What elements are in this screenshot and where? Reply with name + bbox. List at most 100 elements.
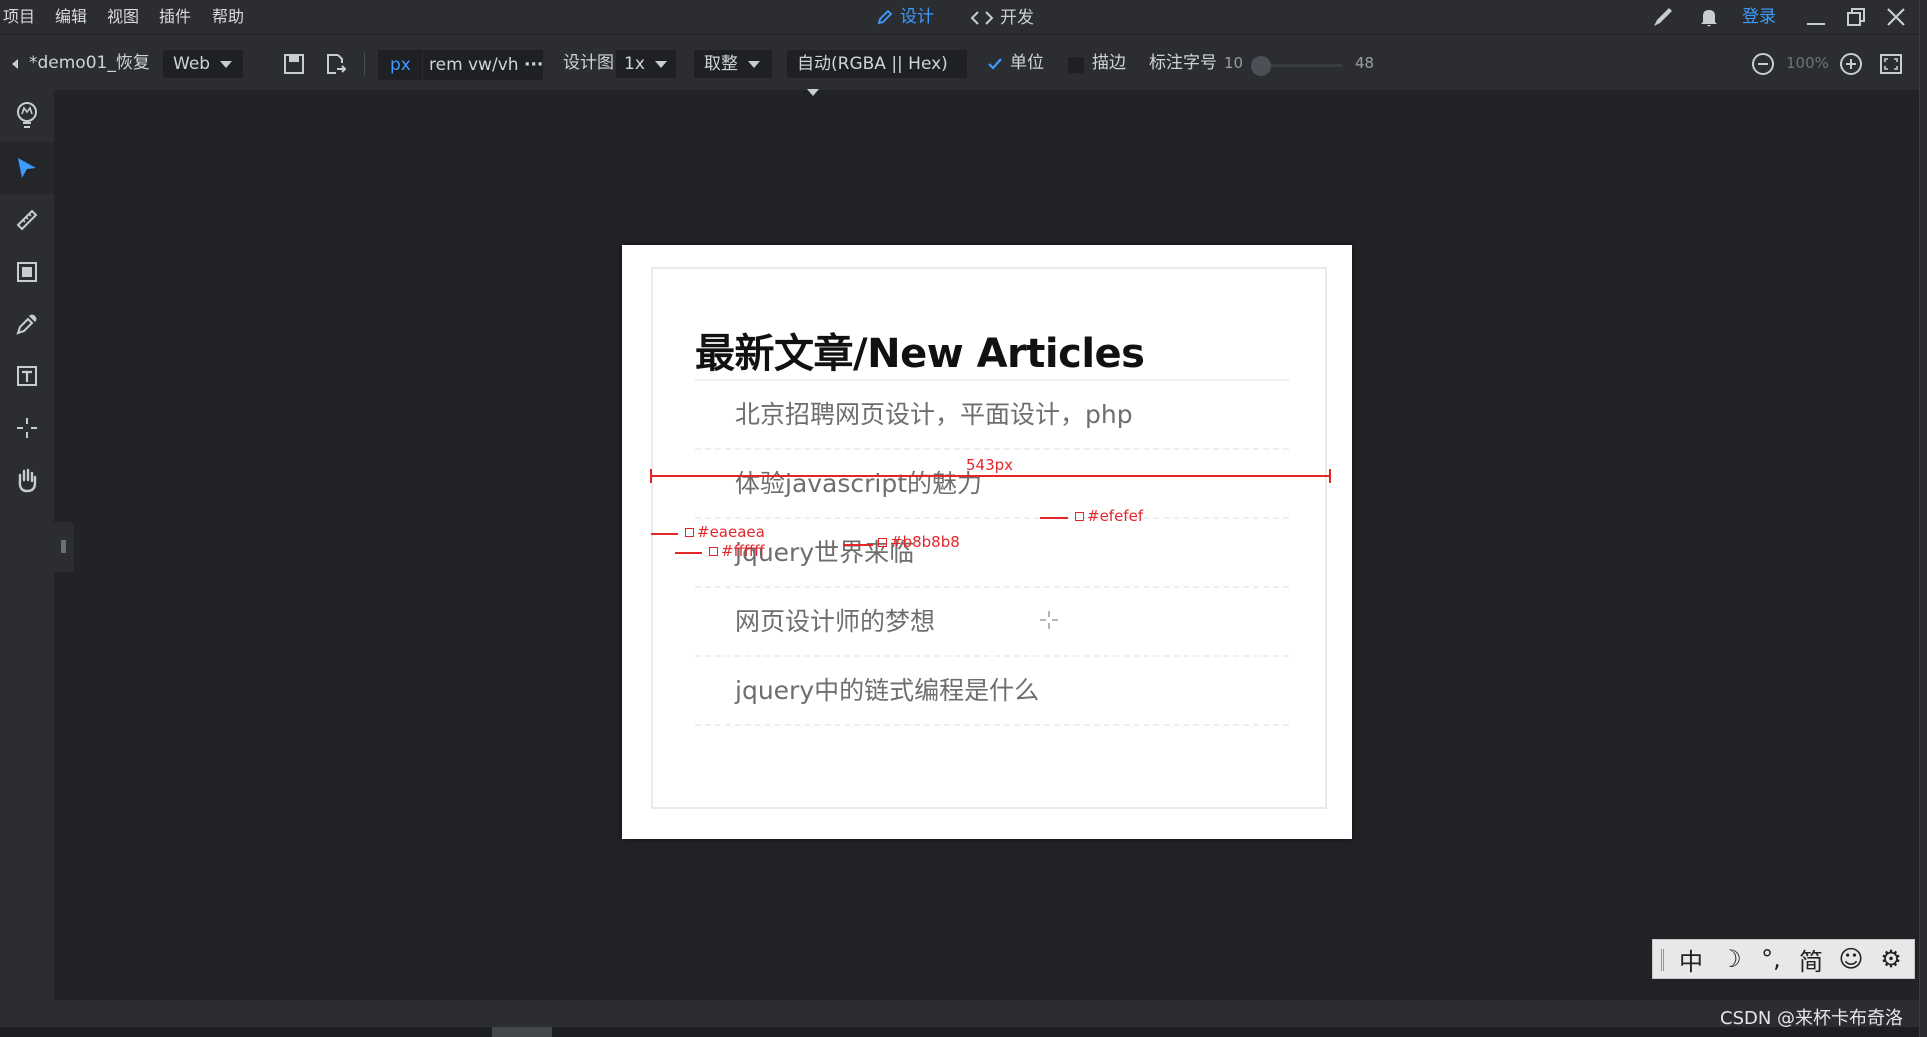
fit-screen-icon[interactable]: [1877, 50, 1905, 78]
sidebar-tool-text[interactable]: [0, 350, 54, 402]
color-annotation-text: #b8b8b8: [890, 533, 960, 551]
sidebar-tool-hand[interactable]: [0, 454, 54, 506]
chevron-down-icon: [654, 60, 667, 68]
unit-group: px rem vw/vh ···: [378, 50, 543, 80]
tab-dev[interactable]: 开发: [970, 0, 1034, 36]
list-item[interactable]: 网页设计师的梦想: [695, 588, 1289, 657]
menu-project[interactable]: 项目: [3, 0, 35, 34]
checkmark-icon[interactable]: [987, 56, 1003, 72]
color-format-select[interactable]: 自动(RGBA || Hex): [787, 50, 967, 96]
color-annotation-eaeaea: #eaeaea: [685, 523, 765, 541]
article-title: 最新文章/New Articles: [695, 331, 1145, 377]
width-measure-cap-right: [1329, 469, 1331, 483]
unit-divider: [422, 50, 423, 80]
design-label: 设计图: [563, 53, 614, 73]
ime-drag-handle[interactable]: [1661, 949, 1664, 971]
ime-toolbar: 中 ☽ °, 简 ☺ ⚙: [1652, 939, 1915, 979]
menu-view[interactable]: 视图: [107, 0, 139, 34]
sidebar-collapse-handle[interactable]: [54, 522, 74, 572]
tab-design[interactable]: 设计: [876, 0, 934, 36]
ime-simplified-toggle[interactable]: 简: [1791, 942, 1831, 977]
list-item-text: jquery中的链式编程是什么: [735, 676, 1040, 705]
bell-icon[interactable]: [1696, 4, 1722, 30]
chevron-down-icon: [748, 60, 760, 68]
color-format-value: 自动(RGBA || Hex): [797, 54, 948, 74]
font-size-label: 标注字号: [1149, 53, 1217, 73]
tab-dev-label: 开发: [1000, 8, 1034, 28]
color-pointer-line: [843, 544, 873, 546]
settings-gear-icon[interactable]: ⚙: [1871, 945, 1911, 973]
list-item[interactable]: jquery中的链式编程是什么: [695, 657, 1289, 726]
punctuation-toggle[interactable]: °,: [1751, 945, 1791, 973]
color-pointer-line: [1040, 517, 1068, 519]
right-edge-panel: [1919, 0, 1927, 1037]
toolbar-divider: [364, 52, 365, 76]
close-icon[interactable]: [1883, 4, 1909, 30]
menu-help[interactable]: 帮助: [212, 0, 244, 34]
watermark: CSDN @来杯卡布奇洛: [1720, 1008, 1904, 1029]
unit-more[interactable]: ···: [524, 50, 543, 80]
unit-px[interactable]: px: [390, 50, 411, 80]
eyedropper-icon: [16, 314, 37, 335]
file-name: *demo01_恢复: [29, 53, 150, 73]
stroke-checkbox[interactable]: [1068, 57, 1084, 73]
menu-plugins[interactable]: 插件: [159, 0, 191, 34]
slice-icon: [17, 262, 37, 282]
font-size-max: 48: [1355, 54, 1375, 72]
crosshair-cursor-icon: [1040, 611, 1058, 629]
platform-select[interactable]: Web: [163, 50, 243, 78]
text-icon: [17, 366, 37, 386]
stroke-checkbox-label[interactable]: 描边: [1092, 35, 1126, 91]
color-annotation-text: #ffffff: [721, 542, 765, 560]
ime-language-toggle[interactable]: 中: [1671, 942, 1711, 977]
zoom-out-icon[interactable]: [1749, 50, 1777, 78]
list-item[interactable]: 北京招聘网页设计，平面设计，php: [695, 381, 1289, 450]
width-measure-label: 543px: [966, 456, 1014, 474]
design-scale-select[interactable]: 1x: [616, 50, 676, 78]
horizontal-scrollbar[interactable]: [0, 1027, 1927, 1037]
chevron-down-icon: [807, 88, 819, 96]
emoji-icon[interactable]: ☺: [1831, 945, 1871, 973]
sidebar-tool-idea[interactable]: [0, 90, 54, 142]
unit-rem[interactable]: rem: [429, 50, 463, 80]
minimize-icon[interactable]: [1803, 4, 1829, 30]
design-scale-value: 1x: [624, 54, 645, 74]
tool-sidebar: [0, 90, 54, 1000]
sidebar-tool-color-picker[interactable]: [0, 298, 54, 350]
hand-icon: [18, 468, 37, 493]
lightbulb-icon: [17, 102, 37, 128]
unit-checkbox-label[interactable]: 单位: [1010, 35, 1044, 91]
pencil-icon: [877, 9, 893, 25]
color-annotation-text: #eaeaea: [697, 523, 765, 541]
menu-edit[interactable]: 编辑: [55, 0, 87, 34]
color-annotation-ffffff: #ffffff: [709, 542, 765, 560]
toolbar: *demo01_恢复 Web px rem vw/vh ··· 设计图 1x 取…: [0, 34, 1927, 96]
font-size-min: 10: [1224, 54, 1244, 72]
sidebar-tool-select[interactable]: [0, 142, 54, 194]
unit-vw[interactable]: vw/vh: [468, 50, 519, 80]
color-pointer-line: [675, 552, 702, 554]
sidebar-tool-ruler[interactable]: [0, 194, 54, 246]
pointer-icon: [18, 158, 36, 178]
font-size-slider-handle[interactable]: [1251, 56, 1271, 76]
sidebar-tool-guide[interactable]: [0, 402, 54, 454]
color-pointer-line: [651, 533, 678, 535]
sidebar-tool-slice[interactable]: [0, 246, 54, 298]
rounding-value: 取整: [704, 54, 738, 74]
rounding-select[interactable]: 取整: [694, 50, 772, 78]
restore-icon[interactable]: [1843, 4, 1869, 30]
brush-icon[interactable]: [1650, 4, 1676, 30]
zoom-in-icon[interactable]: [1837, 50, 1865, 78]
code-icon: [970, 11, 994, 25]
save-icon[interactable]: [280, 50, 308, 78]
export-icon[interactable]: [322, 50, 350, 78]
font-size-slider[interactable]: [1262, 64, 1342, 67]
list-item-text: 北京招聘网页设计，平面设计，php: [735, 400, 1133, 429]
moon-icon[interactable]: ☽: [1711, 945, 1751, 973]
back-arrow-icon[interactable]: [10, 58, 20, 70]
list-item[interactable]: jquery世界来临: [695, 519, 1289, 588]
horizontal-scrollbar-thumb[interactable]: [492, 1027, 552, 1037]
ruler-icon: [16, 209, 38, 231]
login-button[interactable]: 登录: [1742, 0, 1776, 34]
color-annotation-efefef: #efefef: [1075, 507, 1143, 525]
